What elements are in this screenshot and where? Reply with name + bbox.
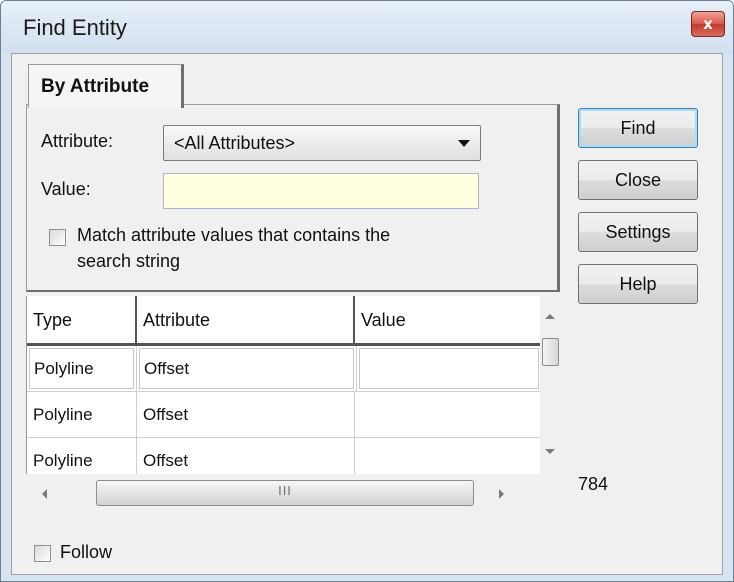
grid-vertical-scrollbar[interactable] [540, 296, 560, 474]
settings-button[interactable]: Settings [578, 212, 698, 252]
cell-type: Polyline [27, 438, 137, 474]
follow-label: Follow [60, 542, 113, 562]
value-label: Value: [41, 179, 91, 199]
scroll-grip: III [278, 483, 292, 498]
results-grid: Type Attribute Value Polyline Offset Pol… [26, 296, 541, 474]
tab-label: By Attribute [41, 76, 150, 97]
cell-value-text [359, 348, 539, 389]
vertical-scroll-thumb[interactable] [542, 338, 559, 366]
find-entity-dialog: Find Entity x By Attribute Attribute: <A… [0, 0, 734, 582]
dialog-client-area: By Attribute Attribute: <All Attributes>… [11, 53, 723, 575]
grid-horizontal-scrollbar[interactable]: III [26, 474, 540, 512]
grid-header: Type Attribute Value [27, 296, 541, 346]
column-header-attribute[interactable]: Attribute [137, 296, 355, 343]
close-icon: x [703, 15, 713, 33]
cell-type-text: Polyline [29, 348, 134, 389]
scroll-up-arrow-icon[interactable] [545, 314, 555, 319]
cell-attribute-text: Offset [139, 348, 354, 389]
cell-value [355, 438, 541, 474]
value-input[interactable] [163, 173, 479, 209]
title-bar[interactable]: Find Entity x [1, 1, 733, 53]
help-button[interactable]: Help [578, 264, 698, 304]
cell-attribute: Offset [137, 392, 355, 437]
attribute-search-panel: Attribute: <All Attributes> Value: Match… [26, 104, 560, 292]
cell-type: Polyline [27, 346, 137, 391]
chevron-down-icon [458, 140, 470, 147]
attribute-dropdown[interactable]: <All Attributes> [163, 125, 481, 161]
table-row[interactable]: Polyline Offset [27, 392, 541, 438]
scroll-left-arrow-icon[interactable] [42, 489, 47, 499]
close-button[interactable]: Close [578, 160, 698, 200]
column-header-type[interactable]: Type [27, 296, 137, 343]
horizontal-scroll-thumb[interactable]: III [96, 480, 474, 506]
find-button[interactable]: Find [578, 108, 698, 148]
match-contains-label-line2: search string [77, 251, 181, 271]
result-count: 784 [578, 474, 609, 494]
table-row[interactable]: Polyline Offset [27, 438, 541, 474]
attribute-label: Attribute: [41, 131, 114, 151]
window-title: Find Entity [23, 15, 127, 40]
match-contains-checkbox[interactable] [49, 229, 66, 246]
column-header-value[interactable]: Value [355, 296, 541, 343]
match-contains-label-line1: Match attribute values that contains the [77, 225, 391, 245]
close-window-button[interactable]: x [691, 11, 725, 37]
cell-value [357, 346, 541, 391]
scroll-right-arrow-icon[interactable] [499, 489, 504, 499]
cell-value [355, 392, 541, 437]
attribute-dropdown-value: <All Attributes> [174, 133, 296, 153]
cell-attribute: Offset [137, 346, 357, 391]
scroll-down-arrow-icon[interactable] [545, 449, 555, 454]
tab-by-attribute[interactable]: By Attribute [28, 64, 184, 108]
table-row[interactable]: Polyline Offset [27, 346, 541, 392]
cell-attribute: Offset [137, 438, 355, 474]
cell-type: Polyline [27, 392, 137, 437]
follow-checkbox[interactable] [34, 545, 51, 562]
